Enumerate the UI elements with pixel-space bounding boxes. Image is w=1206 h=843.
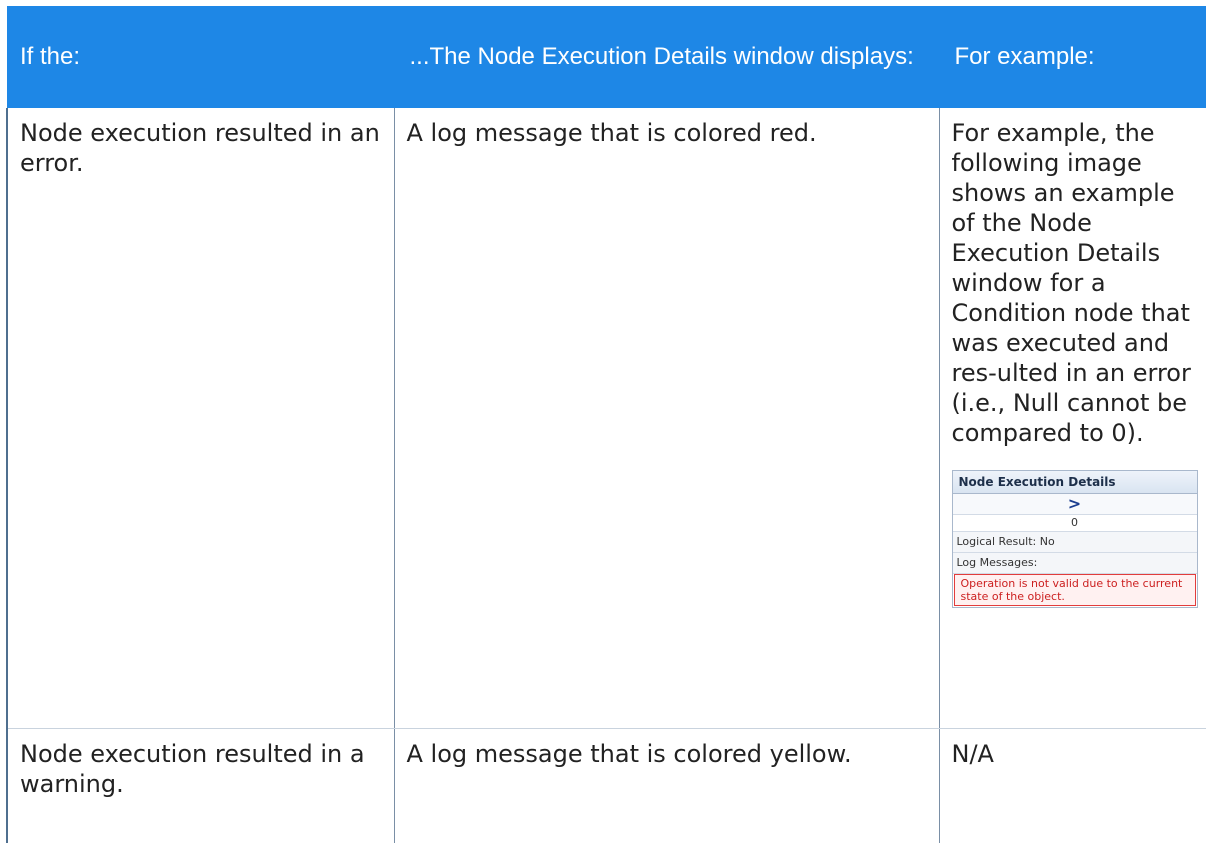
header-if-the: If the: (7, 6, 395, 108)
ned-error-message: Operation is not valid due to the curren… (953, 574, 1196, 606)
error-condition-cell: Node execution resulted in an error. (6, 108, 395, 729)
ned-logical-result: Logical Result: No (952, 532, 1197, 553)
ned-operator: > (952, 494, 1197, 515)
header-for-example: For example: (939, 6, 1206, 108)
table-header-row: If the: ...The Node Execution Details wi… (7, 6, 1206, 108)
table-row-error: Node execution resulted in an error. A l… (6, 108, 1206, 729)
error-display-cell: A log message that is colored red. (393, 108, 940, 729)
header-window-displays: ...The Node Execution Details window dis… (394, 6, 940, 108)
ned-log-messages-label: Log Messages: (952, 553, 1197, 574)
warning-display-cell: A log message that is colored yellow. (393, 728, 940, 843)
table-row-warning: Node execution resulted in a warning. A … (6, 728, 1206, 843)
warning-example-cell: N/A (938, 728, 1206, 843)
node-execution-results-table: If the: ...The Node Execution Details wi… (6, 6, 1206, 843)
error-example-cell: For example, the following image shows a… (938, 108, 1206, 729)
error-example-text: For example, the following image shows a… (951, 119, 1191, 447)
node-execution-details-image: Node Execution Details > 0 Logical Resul… (951, 470, 1198, 608)
ned-title: Node Execution Details (952, 471, 1197, 494)
ned-value: 0 (952, 515, 1197, 532)
warning-condition-cell: Node execution resulted in a warning. (6, 728, 395, 843)
